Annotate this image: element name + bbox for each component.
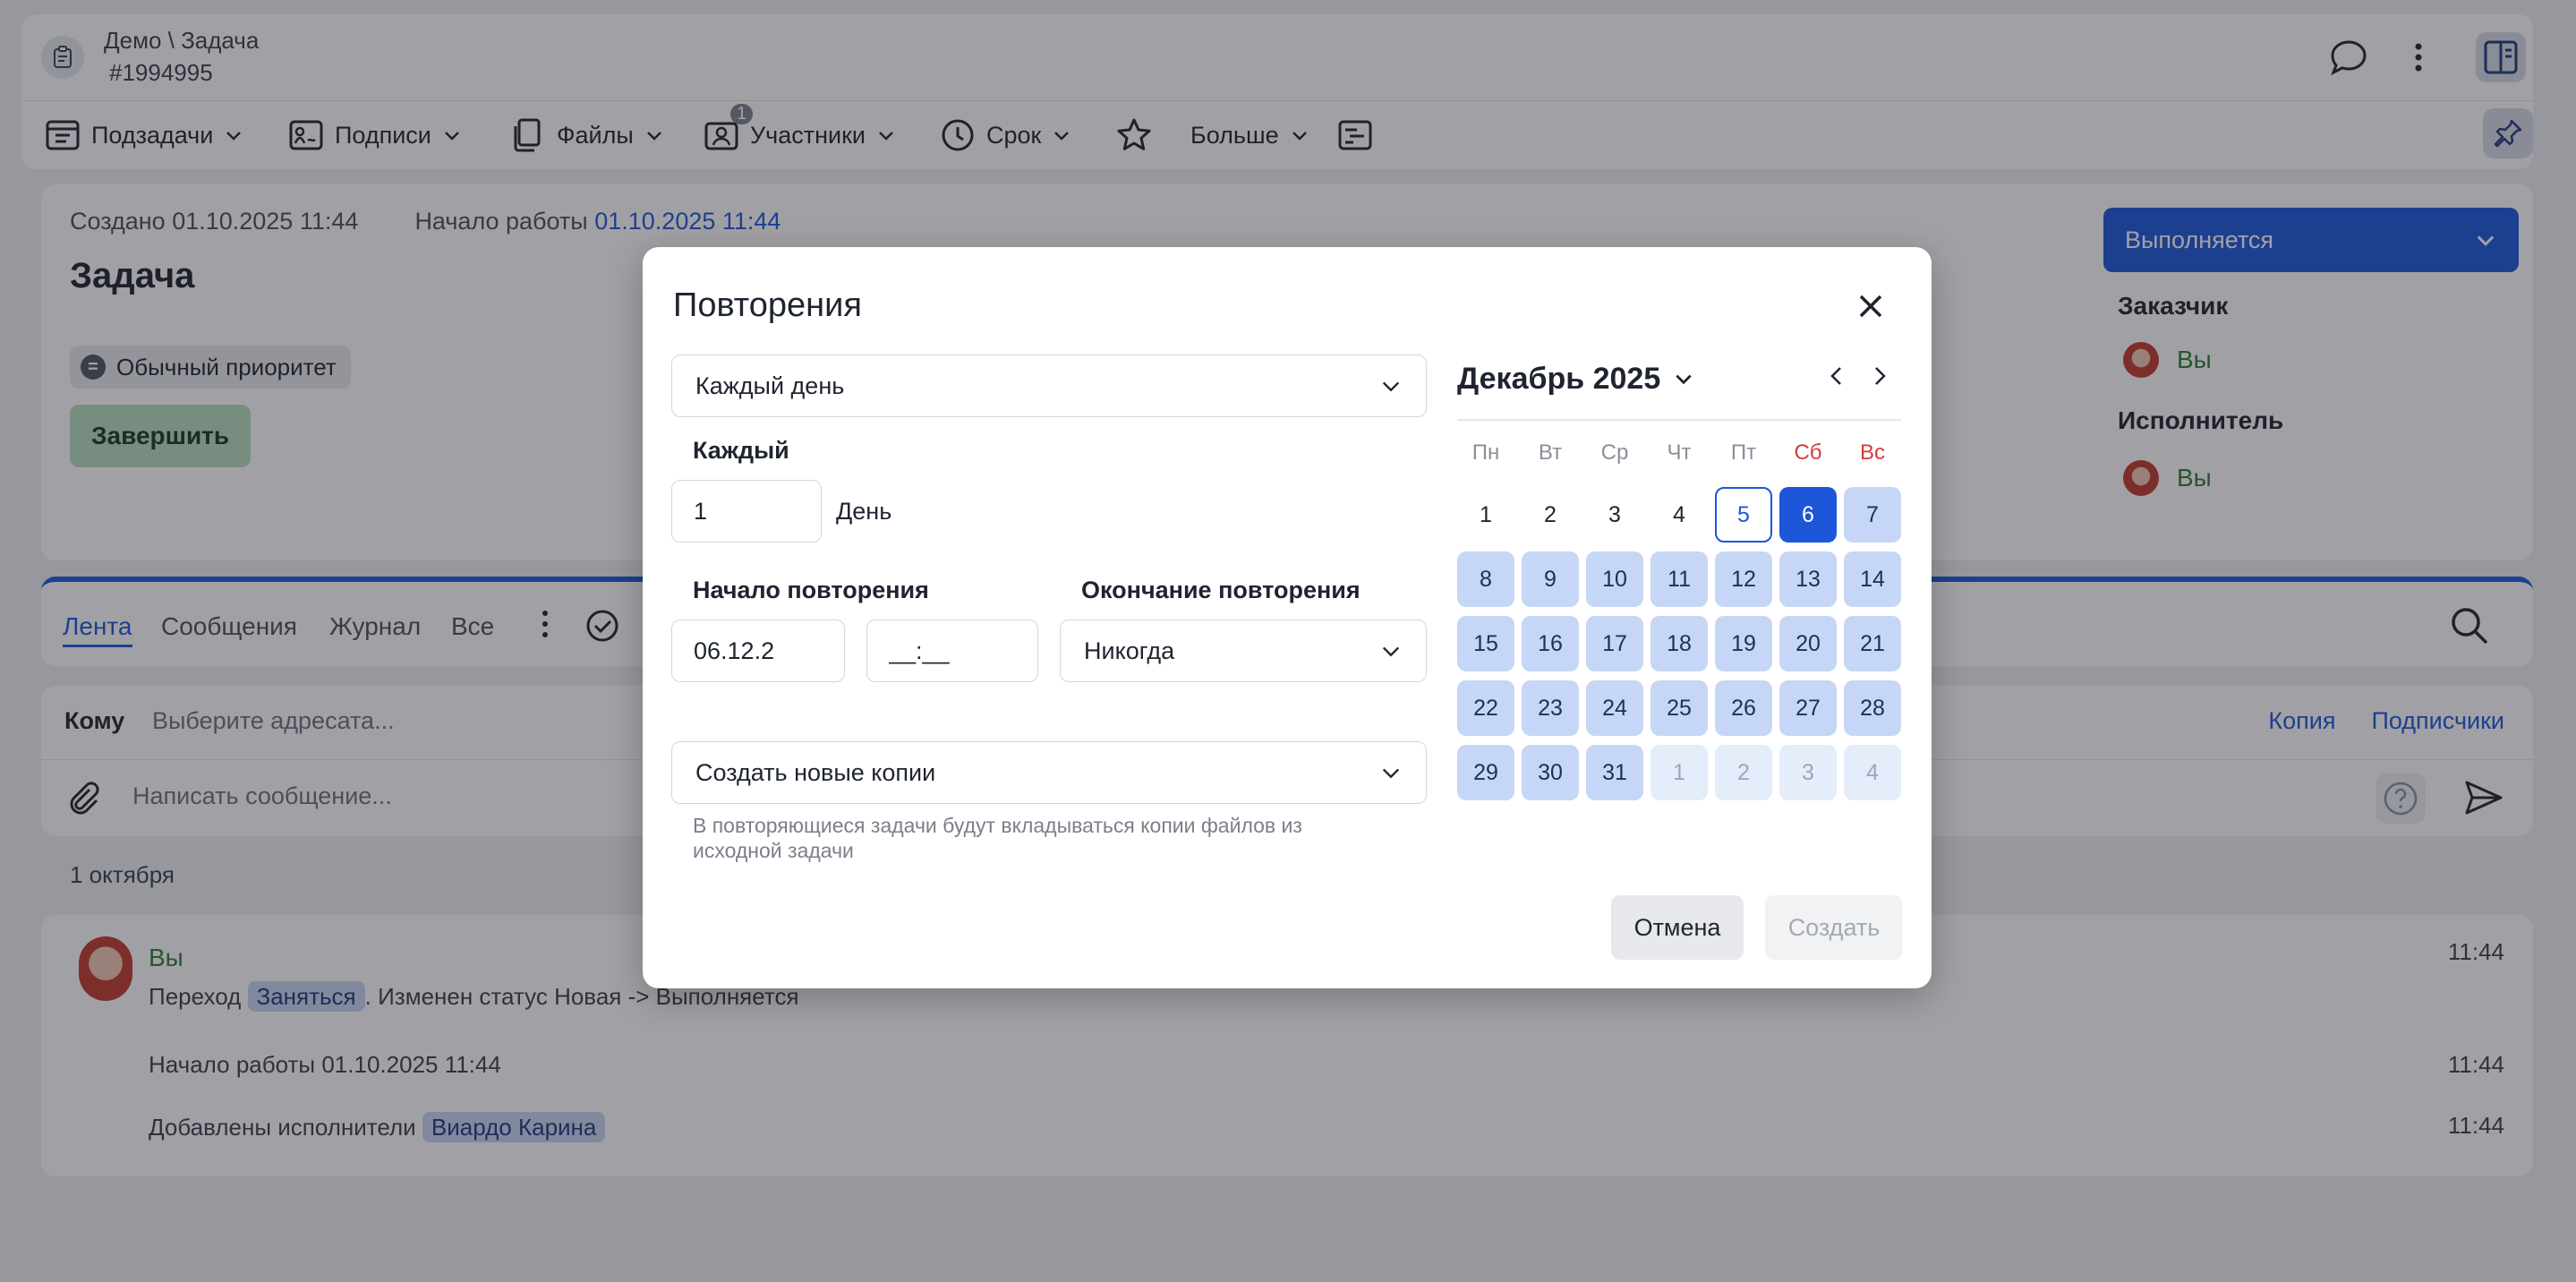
calendar-day[interactable]: 5 [1715,487,1772,543]
calendar-day: 4 [1844,745,1901,800]
start-time-input[interactable] [866,620,1038,682]
calendar-day[interactable]: 20 [1779,616,1837,671]
calendar-day[interactable]: 22 [1457,680,1514,736]
calendar-day[interactable]: 21 [1844,616,1901,671]
close-icon[interactable] [1851,286,1890,326]
chevron-down-icon [1673,369,1694,390]
interval-unit: День [836,498,892,525]
weekday-label: Чт [1667,440,1692,465]
dialog-title: Повторения [673,286,862,324]
calendar-day[interactable]: 26 [1715,680,1772,736]
calendar-day[interactable]: 9 [1522,551,1579,607]
calendar-day[interactable]: 12 [1715,551,1772,607]
calendar-day[interactable]: 28 [1844,680,1901,736]
weekday-label: Вс [1859,440,1885,465]
start-date-input[interactable] [671,620,845,682]
calendar-day: 2 [1715,745,1772,800]
calendar-day[interactable]: 7 [1844,487,1901,543]
month-select[interactable]: Декабрь 2025 [1457,362,1694,397]
calendar-day[interactable]: 15 [1457,616,1514,671]
weekday-label: Пн [1471,440,1500,465]
copies-select[interactable]: Создать новые копии [671,741,1427,804]
end-label: Окончание повторения [1081,577,1361,603]
create-button[interactable]: Создать [1765,895,1903,960]
calendar-day[interactable]: 30 [1522,745,1579,800]
calendar-day[interactable]: 27 [1779,680,1837,736]
calendar-day[interactable]: 23 [1522,680,1579,736]
calendar-day[interactable]: 1 [1457,487,1514,543]
weekday-label: Сб [1794,440,1822,465]
calendar-day: 1 [1651,745,1708,800]
calendar-day[interactable]: 13 [1779,551,1837,607]
weekday-label: Ср [1600,440,1629,465]
calendar-day[interactable]: 6 [1779,487,1837,543]
calendar-day[interactable]: 24 [1586,680,1643,736]
cancel-button[interactable]: Отмена [1611,895,1744,960]
recurrence-dialog: Повторения Каждый день Каждый День Начал… [643,247,1932,988]
weekday-label: Пт [1730,440,1757,465]
calendar-day[interactable]: 29 [1457,745,1514,800]
chevron-down-icon [1379,374,1403,397]
copies-hint: В повторяющиеся задачи будут вкладыватьс… [693,814,1302,862]
chevron-down-icon [1379,639,1403,662]
calendar-day[interactable]: 25 [1651,680,1708,736]
calendar-day[interactable]: 31 [1586,745,1643,800]
frequency-value: Каждый день [695,372,845,399]
calendar-day[interactable]: 8 [1457,551,1514,607]
calendar-day[interactable]: 19 [1715,616,1772,671]
interval-label: Каждый [693,437,789,464]
calendar-day[interactable]: 18 [1651,616,1708,671]
month-label: Декабрь 2025 [1457,362,1661,396]
chevron-down-icon [1379,761,1403,784]
frequency-select[interactable]: Каждый день [671,355,1427,417]
calendar-day[interactable]: 11 [1651,551,1708,607]
calendar-day[interactable]: 2 [1522,487,1579,543]
next-month-icon[interactable] [1862,358,1898,394]
start-label: Начало повторения [693,577,929,603]
calendar-day[interactable]: 10 [1586,551,1643,607]
interval-input[interactable] [671,480,822,543]
calendar-day[interactable]: 3 [1586,487,1643,543]
calendar-day[interactable]: 16 [1522,616,1579,671]
calendar-day[interactable]: 4 [1651,487,1708,543]
calendar-day[interactable]: 14 [1844,551,1901,607]
copies-value: Создать новые копии [695,758,936,786]
prev-month-icon[interactable] [1819,358,1855,394]
calendar-day: 3 [1779,745,1837,800]
calendar-day[interactable]: 17 [1586,616,1643,671]
end-select[interactable]: Никогда [1060,620,1427,682]
weekday-label: Вт [1538,440,1563,465]
end-value: Никогда [1084,637,1175,664]
divider [1457,419,1901,421]
